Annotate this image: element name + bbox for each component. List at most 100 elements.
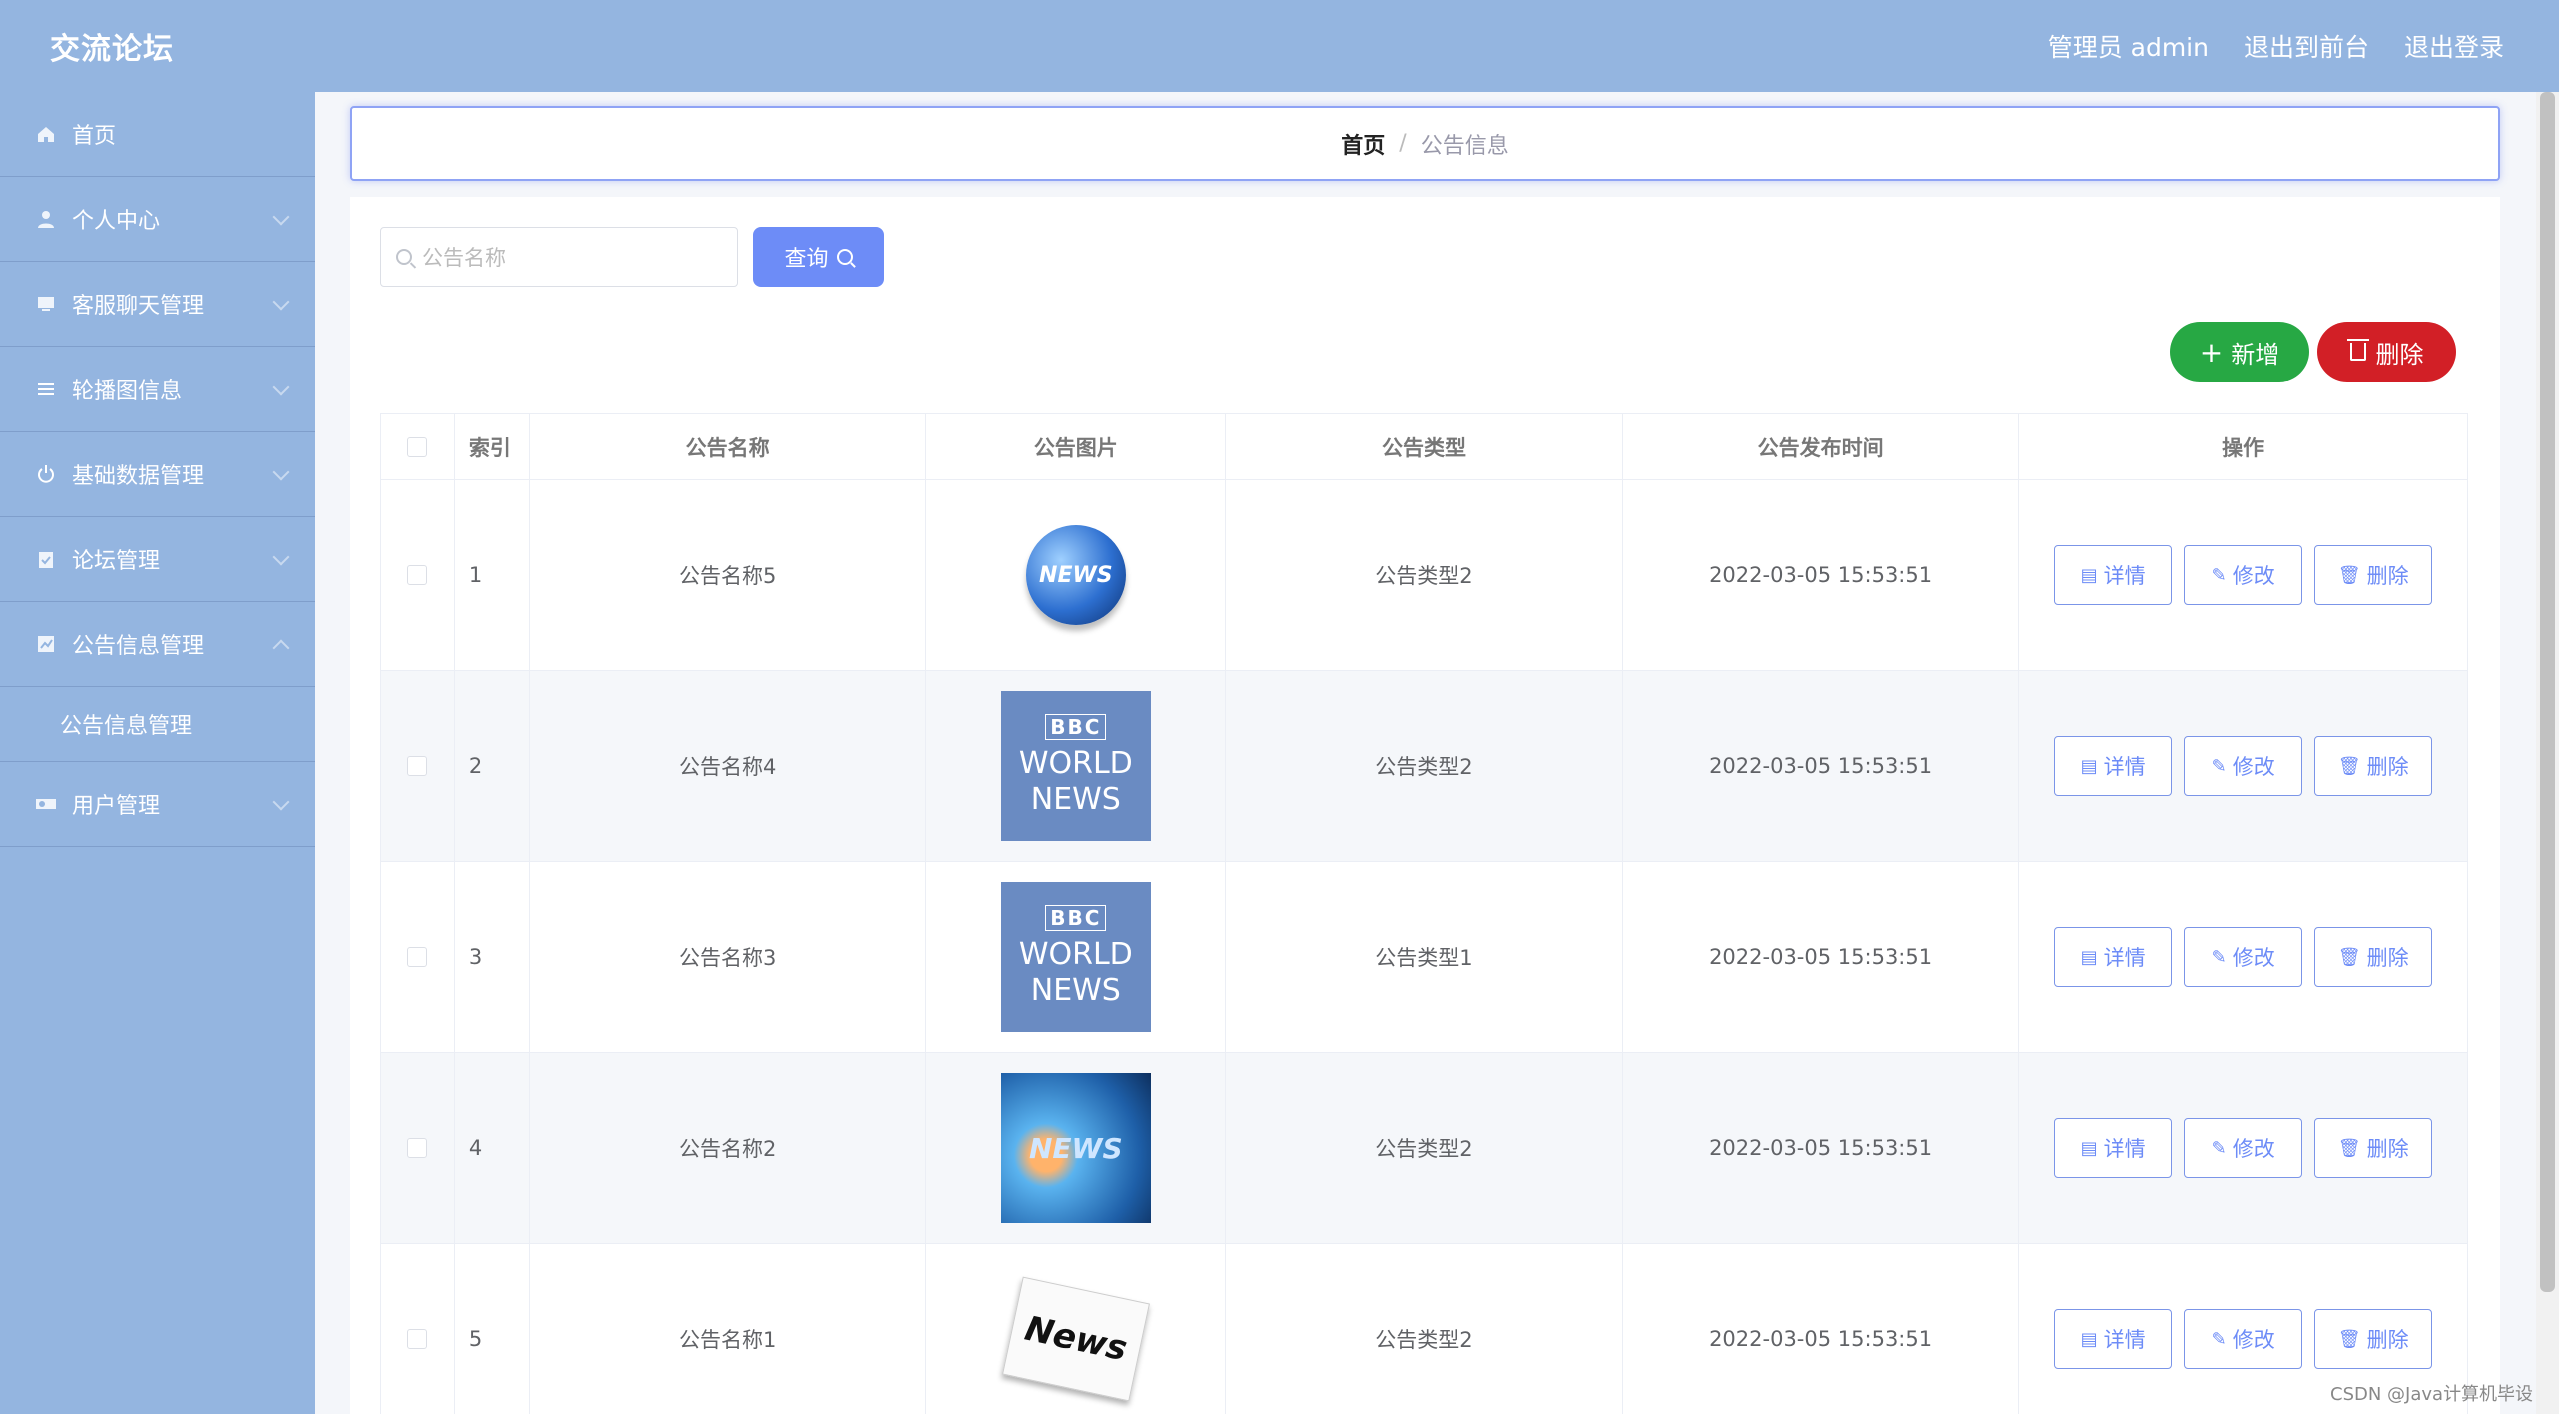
row-name: 公告名称3: [530, 862, 927, 1052]
row-index: 4: [455, 1053, 530, 1243]
row-image-cell: NEWS: [926, 1053, 1227, 1243]
delete-button[interactable]: 🗑 删除: [2314, 736, 2433, 796]
detail-button[interactable]: ▤ 详情: [2054, 927, 2173, 987]
sidebar-subitem-notice-management[interactable]: 公告信息管理: [0, 687, 315, 762]
header-links: 管理员 admin 退出到前台 退出登录: [2048, 28, 2504, 64]
detail-button[interactable]: ▤ 详情: [2054, 736, 2173, 796]
user-icon: [35, 208, 57, 230]
row-type: 公告类型2: [1226, 480, 1623, 670]
detail-label: 详情: [2103, 755, 2146, 779]
document-icon: ▤: [2080, 946, 2098, 968]
pencil-icon: ✎: [2211, 1328, 2227, 1350]
row-index: 5: [455, 1244, 530, 1414]
bbc-world-news-image: BBC WORLD NEWS: [1000, 691, 1151, 841]
sidebar-item-chat[interactable]: 客服聊天管理: [0, 262, 315, 347]
row-name: 公告名称1: [530, 1244, 927, 1414]
sidebar-item-carousel[interactable]: 轮播图信息: [0, 347, 315, 432]
add-button[interactable]: + 新增: [2170, 322, 2309, 382]
delete-button[interactable]: 🗑 删除: [2314, 545, 2433, 605]
admin-label[interactable]: 管理员 admin: [2048, 28, 2209, 64]
document-icon: ▤: [2080, 1328, 2098, 1350]
list-icon: [35, 378, 57, 400]
table-row: 2 公告名称4 BBC WORLD NEWS 公告类型2 2022-03-05 …: [381, 671, 2467, 862]
sidebar-item-notice[interactable]: 公告信息管理: [0, 602, 315, 687]
row-checkbox[interactable]: [407, 565, 428, 585]
detail-button[interactable]: ▤ 详情: [2054, 1118, 2173, 1178]
edit-button[interactable]: ✎ 修改: [2184, 927, 2303, 987]
sidebar-item-users[interactable]: 用户管理: [0, 762, 315, 847]
row-checkbox[interactable]: [407, 756, 428, 776]
delete-button[interactable]: 🗑 删除: [2314, 1118, 2433, 1178]
bbc-line2: NEWS: [1030, 782, 1121, 817]
bulk-delete-button[interactable]: 删除: [2317, 322, 2456, 382]
chevron-down-icon: [272, 548, 290, 566]
bbc-world-news-image: BBC WORLD NEWS: [1000, 882, 1151, 1032]
bulk-delete-label: 删除: [2375, 340, 2424, 369]
bbc-line1: WORLD: [1018, 937, 1133, 972]
row-actions: ▤ 详情 ✎ 修改 🗑 删除: [2019, 862, 2467, 1052]
row-actions: ▤ 详情 ✎ 修改 🗑 删除: [2019, 1053, 2467, 1243]
sidebar-item-home[interactable]: 首页: [0, 92, 315, 177]
swirl-text: NEWS: [1029, 1131, 1123, 1165]
trash-icon: 🗑: [2337, 755, 2361, 777]
main-area: 首页 / 公告信息 公告名称 查询 + 新增 删除 索引 公告名称 公告图片 公…: [315, 92, 2559, 1414]
delete-button[interactable]: 🗑 删除: [2314, 927, 2433, 987]
news-globe-image: NEWS: [1025, 525, 1126, 625]
table-row: 1 公告名称5 NEWS 公告类型2 2022-03-05 15:53:51 ▤…: [381, 480, 2467, 671]
breadcrumb-home[interactable]: 首页: [1341, 128, 1385, 160]
edit-button[interactable]: ✎ 修改: [2184, 1118, 2303, 1178]
row-checkbox-cell: [381, 1244, 455, 1414]
header-index: 索引: [455, 414, 530, 479]
header-name: 公告名称: [530, 414, 927, 479]
detail-button[interactable]: ▤ 详情: [2054, 1309, 2173, 1369]
header-time: 公告发布时间: [1623, 414, 2020, 479]
row-image-cell: BBC WORLD NEWS: [926, 862, 1227, 1052]
header-actions: 操作: [2222, 435, 2265, 460]
row-type: 公告类型2: [1226, 671, 1623, 861]
edit-button[interactable]: ✎ 修改: [2184, 545, 2303, 605]
trash-icon: 🗑: [2337, 564, 2361, 586]
row-name: 公告名称4: [530, 671, 927, 861]
row-checkbox[interactable]: [407, 947, 428, 967]
delete-button[interactable]: 🗑 删除: [2314, 1309, 2433, 1369]
query-button[interactable]: 查询: [753, 227, 884, 287]
row-index: 2: [455, 671, 530, 861]
exit-to-front-link[interactable]: 退出到前台: [2244, 28, 2369, 64]
edit-button[interactable]: ✎ 修改: [2184, 736, 2303, 796]
pencil-icon: ✎: [2211, 1137, 2227, 1159]
header-type: 公告类型: [1226, 414, 1623, 479]
pencil-icon: ✎: [2211, 564, 2227, 586]
row-checkbox[interactable]: [407, 1138, 428, 1158]
content-panel: 公告名称 查询 + 新增 删除 索引 公告名称 公告图片 公告类型 公告发布时间…: [350, 197, 2500, 1414]
sidebar-item-personal-center[interactable]: 个人中心: [0, 177, 315, 262]
chart-icon: [35, 633, 57, 655]
scrollbar-thumb[interactable]: [2540, 92, 2555, 1292]
sidebar-item-label: 首页: [72, 124, 117, 149]
row-actions: ▤ 详情 ✎ 修改 🗑 删除: [2019, 480, 2467, 670]
breadcrumb: 首页 / 公告信息: [350, 106, 2500, 181]
header-image: 公告图片: [926, 414, 1227, 479]
paper-text: News: [1021, 1308, 1131, 1370]
detail-button[interactable]: ▤ 详情: [2054, 545, 2173, 605]
bbc-line2: NEWS: [1030, 973, 1121, 1008]
trash-icon: 🗑: [2337, 1328, 2361, 1350]
vertical-scrollbar[interactable]: [2536, 92, 2559, 1414]
notice-table: 索引 公告名称 公告图片 公告类型 公告发布时间 操作 1 公告名称5 NEWS…: [380, 413, 2468, 1414]
logout-link[interactable]: 退出登录: [2404, 28, 2504, 64]
select-all-checkbox[interactable]: [407, 436, 428, 457]
sidebar-item-forum[interactable]: 论坛管理: [0, 517, 315, 602]
pencil-icon: ✎: [2211, 755, 2227, 777]
search-icon: [836, 249, 853, 265]
sidebar-item-basic-data[interactable]: 基础数据管理: [0, 432, 315, 517]
sidebar-item-label: 论坛管理: [72, 549, 161, 574]
row-checkbox[interactable]: [407, 1329, 428, 1349]
edit-label: 修改: [2232, 1328, 2275, 1352]
globe-text: NEWS: [1039, 562, 1113, 588]
edit-button[interactable]: ✎ 修改: [2184, 1309, 2303, 1369]
chevron-down-icon: [272, 463, 290, 481]
row-image-cell: NEWS: [926, 480, 1227, 670]
table-row: 5 公告名称1 News 公告类型2 2022-03-05 15:53:51 ▤…: [381, 1244, 2467, 1414]
table-header-row: 索引 公告名称 公告图片 公告类型 公告发布时间 操作: [381, 414, 2467, 480]
delete-label: 删除: [2366, 1328, 2409, 1352]
search-input[interactable]: 公告名称: [380, 227, 738, 287]
